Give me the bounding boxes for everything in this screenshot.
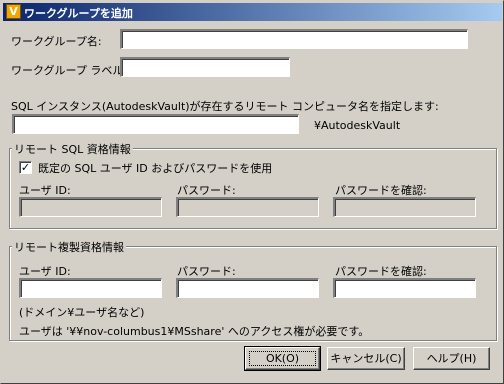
add-workgroup-dialog: V ワークグループを追加 ワークグループ名: ワークグループ ラベル: SQL … bbox=[0, 0, 504, 384]
replication-password-label: パスワード: bbox=[177, 265, 236, 278]
help-button-label: ヘルプ(H) bbox=[426, 352, 477, 365]
use-default-sql-credentials-checkbox[interactable]: ✓ bbox=[19, 161, 32, 174]
window-title: ワークグループを追加 bbox=[24, 7, 133, 20]
remote-replication-legend: リモート複製資格情報 bbox=[12, 239, 126, 255]
workgroup-name-label: ワークグループ名: bbox=[11, 35, 102, 48]
replication-user-id-label: ユーザ ID: bbox=[19, 265, 71, 278]
workgroup-name-input[interactable] bbox=[120, 29, 468, 49]
sql-instance-input[interactable] bbox=[12, 114, 299, 134]
sql-user-id-label: ユーザ ID: bbox=[19, 184, 71, 197]
sql-instance-label: SQL インスタンス(AutodeskVault)が存在するリモート コンピュー… bbox=[11, 100, 439, 113]
sql-password-input[interactable] bbox=[176, 197, 319, 217]
workgroup-label-input[interactable] bbox=[120, 57, 290, 77]
sql-password-label: パスワード: bbox=[177, 184, 236, 197]
workgroup-label-label: ワークグループ ラベル: bbox=[11, 64, 128, 77]
replication-confirm-password-input[interactable] bbox=[333, 278, 476, 298]
remote-sql-legend: リモート SQL 資格情報 bbox=[12, 141, 133, 157]
title-bar[interactable]: V ワークグループを追加 bbox=[3, 3, 502, 21]
sql-user-id-input[interactable] bbox=[19, 197, 162, 217]
replication-access-note: ユーザは '¥¥nov-columbus1¥MSshare' へのアクセス権が必… bbox=[19, 325, 370, 338]
vault-app-icon: V bbox=[6, 4, 21, 19]
use-default-sql-credentials-label: 既定の SQL ユーザ ID およびパスワードを使用 bbox=[38, 162, 273, 175]
replication-user-hint: (ドメイン¥ユーザ名など) bbox=[19, 306, 145, 319]
replication-password-input[interactable] bbox=[176, 278, 319, 298]
cancel-button[interactable]: キャンセル(C) bbox=[327, 347, 405, 370]
cancel-button-label: キャンセル(C) bbox=[330, 352, 402, 365]
sql-confirm-password-input[interactable] bbox=[333, 197, 476, 217]
sql-instance-suffix: ¥AutodeskVault bbox=[314, 119, 401, 132]
help-button[interactable]: ヘルプ(H) bbox=[413, 347, 490, 370]
replication-confirm-password-label: パスワードを確認: bbox=[335, 265, 427, 278]
replication-user-id-input[interactable] bbox=[19, 278, 162, 298]
ok-button[interactable]: OK(O) bbox=[244, 346, 321, 371]
focus-rect bbox=[249, 351, 316, 366]
sql-confirm-password-label: パスワードを確認: bbox=[335, 184, 427, 197]
